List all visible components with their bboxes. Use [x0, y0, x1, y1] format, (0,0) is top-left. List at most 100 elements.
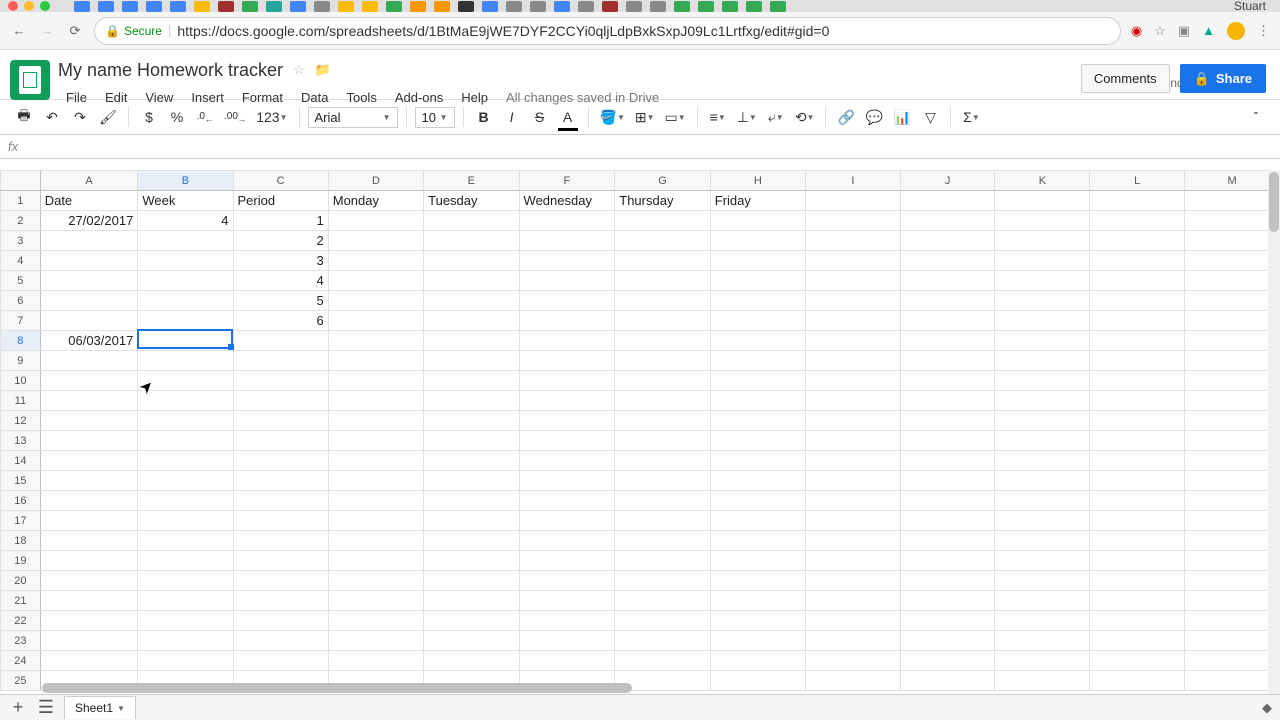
cell-F11[interactable]	[519, 391, 615, 411]
row-header-10[interactable]: 10	[1, 371, 41, 391]
cell-F3[interactable]	[519, 231, 615, 251]
tab-favicon[interactable]	[554, 1, 570, 12]
row-header-6[interactable]: 6	[1, 291, 41, 311]
cell-H6[interactable]	[710, 291, 805, 311]
cell-I5[interactable]	[805, 271, 900, 291]
cell-F21[interactable]	[519, 591, 615, 611]
cell-E3[interactable]	[424, 231, 519, 251]
cell-B9[interactable]	[138, 351, 233, 371]
row-header-3[interactable]: 3	[1, 231, 41, 251]
cell-E8[interactable]	[424, 331, 519, 351]
tab-favicon[interactable]	[122, 1, 138, 12]
cell-E12[interactable]	[424, 411, 519, 431]
select-all-corner[interactable]	[1, 171, 41, 191]
cell-E13[interactable]	[424, 431, 519, 451]
tab-favicon[interactable]	[674, 1, 690, 12]
cell-M2[interactable]	[1185, 211, 1280, 231]
cell-C8[interactable]	[233, 331, 328, 351]
forward-button[interactable]: →	[38, 22, 56, 40]
cell-K20[interactable]	[995, 571, 1090, 591]
cell-B22[interactable]	[138, 611, 233, 631]
cell-L7[interactable]	[1090, 311, 1185, 331]
cell-E21[interactable]	[424, 591, 519, 611]
all-sheets-button[interactable]: ☰	[36, 697, 56, 718]
cell-A15[interactable]	[40, 471, 138, 491]
cell-F19[interactable]	[519, 551, 615, 571]
cell-K2[interactable]	[995, 211, 1090, 231]
star-icon[interactable]: ☆	[1154, 23, 1166, 39]
cell-L21[interactable]	[1090, 591, 1185, 611]
tab-favicon[interactable]	[626, 1, 642, 12]
abp-icon[interactable]: ◉	[1131, 23, 1142, 39]
cell-L20[interactable]	[1090, 571, 1185, 591]
cell-A19[interactable]	[40, 551, 138, 571]
cell-J14[interactable]	[900, 451, 995, 471]
cell-L18[interactable]	[1090, 531, 1185, 551]
cell-C4[interactable]: 3	[233, 251, 328, 271]
row-header-14[interactable]: 14	[1, 451, 41, 471]
row-header-22[interactable]: 22	[1, 611, 41, 631]
cell-D2[interactable]	[328, 211, 423, 231]
cell-F8[interactable]	[519, 331, 615, 351]
cell-K12[interactable]	[995, 411, 1090, 431]
cell-A4[interactable]	[40, 251, 138, 271]
cell-D24[interactable]	[328, 651, 423, 671]
cell-A24[interactable]	[40, 651, 138, 671]
cell-K13[interactable]	[995, 431, 1090, 451]
cell-J13[interactable]	[900, 431, 995, 451]
cell-F18[interactable]	[519, 531, 615, 551]
cell-E23[interactable]	[424, 631, 519, 651]
cell-F5[interactable]	[519, 271, 615, 291]
cell-L12[interactable]	[1090, 411, 1185, 431]
tab-favicon[interactable]	[698, 1, 714, 12]
cell-M19[interactable]	[1185, 551, 1280, 571]
cell-C18[interactable]	[233, 531, 328, 551]
cell-K7[interactable]	[995, 311, 1090, 331]
cell-L5[interactable]	[1090, 271, 1185, 291]
cell-B1[interactable]: Week	[138, 191, 233, 211]
cell-A9[interactable]	[40, 351, 138, 371]
cell-E10[interactable]	[424, 371, 519, 391]
maximize-window-icon[interactable]	[40, 1, 50, 11]
col-header-J[interactable]: J	[900, 171, 995, 191]
cell-K19[interactable]	[995, 551, 1090, 571]
cell-C12[interactable]	[233, 411, 328, 431]
cell-J3[interactable]	[900, 231, 995, 251]
cell-D15[interactable]	[328, 471, 423, 491]
menu-data[interactable]: Data	[293, 87, 336, 108]
menu-tools[interactable]: Tools	[338, 87, 384, 108]
row-header-24[interactable]: 24	[1, 651, 41, 671]
cell-M6[interactable]	[1185, 291, 1280, 311]
cell-K23[interactable]	[995, 631, 1090, 651]
cell-D23[interactable]	[328, 631, 423, 651]
cell-B23[interactable]	[138, 631, 233, 651]
cell-L22[interactable]	[1090, 611, 1185, 631]
cell-E4[interactable]	[424, 251, 519, 271]
cell-D20[interactable]	[328, 571, 423, 591]
cell-I21[interactable]	[805, 591, 900, 611]
cell-K5[interactable]	[995, 271, 1090, 291]
cell-D16[interactable]	[328, 491, 423, 511]
cell-K22[interactable]	[995, 611, 1090, 631]
cell-I14[interactable]	[805, 451, 900, 471]
cell-G4[interactable]	[615, 251, 711, 271]
cell-I9[interactable]	[805, 351, 900, 371]
col-header-K[interactable]: K	[995, 171, 1090, 191]
cell-J20[interactable]	[900, 571, 995, 591]
cell-A17[interactable]	[40, 511, 138, 531]
cell-C1[interactable]: Period	[233, 191, 328, 211]
cell-H3[interactable]	[710, 231, 805, 251]
cell-B21[interactable]	[138, 591, 233, 611]
link-icon[interactable]: 🔗	[834, 105, 858, 129]
cell-B17[interactable]	[138, 511, 233, 531]
format-percent[interactable]: %	[165, 105, 189, 129]
cell-G16[interactable]	[615, 491, 711, 511]
cell-L2[interactable]	[1090, 211, 1185, 231]
cell-M17[interactable]	[1185, 511, 1280, 531]
print-icon[interactable]: 🖶	[12, 105, 36, 129]
cell-D22[interactable]	[328, 611, 423, 631]
cell-H18[interactable]	[710, 531, 805, 551]
cell-C24[interactable]	[233, 651, 328, 671]
cell-I7[interactable]	[805, 311, 900, 331]
cell-J9[interactable]	[900, 351, 995, 371]
